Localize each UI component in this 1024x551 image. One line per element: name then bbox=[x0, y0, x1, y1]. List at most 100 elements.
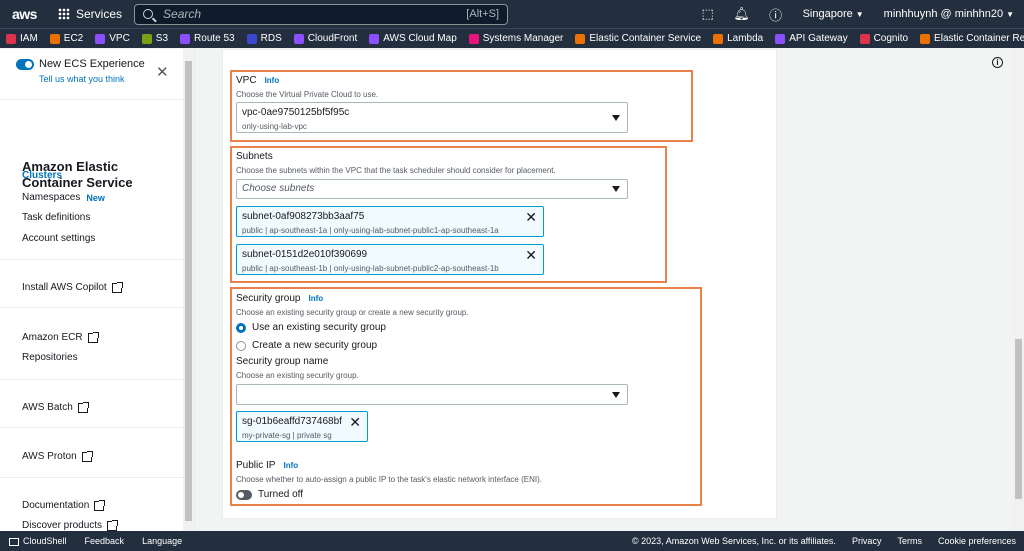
top-navigation: aws Services Search [Alt+S] ⬚ 🔔︎ ⓘ Singa… bbox=[0, 0, 1024, 28]
sidebar-item-amazon-ecr[interactable]: Amazon ECR bbox=[22, 331, 99, 343]
favorite-iam[interactable]: IAM bbox=[0, 33, 44, 44]
sidebar-item-aws-batch[interactable]: AWS Batch bbox=[22, 401, 89, 413]
vpc-name: only-using-lab-vpc bbox=[242, 122, 307, 131]
radio-create-new-sg[interactable]: Create a new security group bbox=[236, 340, 377, 351]
divider bbox=[0, 427, 183, 428]
sidebar-item-clusters[interactable]: Clusters bbox=[22, 170, 62, 181]
security-group-info-link[interactable]: Info bbox=[308, 294, 323, 303]
scrollbar-thumb[interactable] bbox=[1015, 339, 1022, 499]
service-icon bbox=[920, 33, 931, 44]
feedback-link[interactable]: Tell us what you think bbox=[39, 74, 125, 84]
favorite-elastic-container-service[interactable]: Elastic Container Service bbox=[569, 33, 707, 44]
remove-icon[interactable]: ✕ bbox=[525, 209, 537, 226]
chevron-down-icon: ▼ bbox=[1006, 10, 1014, 19]
service-icon bbox=[369, 33, 380, 44]
main-content: VPC Info Choose the Virtual Private Cloud… bbox=[195, 49, 1013, 531]
sidebar-scrollbar[interactable] bbox=[183, 49, 194, 531]
sidebar: New ECS Experience Tell us what you thin… bbox=[0, 49, 195, 531]
main-scrollbar[interactable] bbox=[1013, 49, 1024, 531]
cloudshell-icon bbox=[9, 537, 19, 546]
favorite-lambda[interactable]: Lambda bbox=[707, 33, 769, 44]
external-link-icon bbox=[94, 499, 106, 511]
scrollbar-thumb[interactable] bbox=[185, 61, 192, 521]
sidebar-item-aws-proton[interactable]: AWS Proton bbox=[22, 450, 93, 462]
external-link-icon bbox=[81, 450, 93, 462]
sidebar-item-repositories[interactable]: Repositories bbox=[22, 352, 78, 363]
favorite-systems-manager[interactable]: Systems Manager bbox=[463, 33, 570, 44]
account-menu[interactable]: minhhuynh @ minhhn20 ▼ bbox=[874, 8, 1024, 20]
subnets-label: Subnets bbox=[236, 151, 273, 162]
sidebar-item-discover-products[interactable]: Discover products bbox=[22, 519, 119, 531]
vpc-select[interactable]: vpc-0ae9750125bf5f95c only-using-lab-vpc bbox=[236, 102, 628, 133]
subnets-description: Choose the subnets within the VPC that t… bbox=[236, 166, 556, 175]
vpc-description: Choose the Virtual Private Cloud to use. bbox=[236, 90, 379, 99]
region-selector[interactable]: Singapore ▼ bbox=[793, 8, 874, 20]
new-badge: New bbox=[86, 192, 105, 203]
external-link-icon bbox=[77, 401, 89, 413]
chevron-down-icon: ▼ bbox=[855, 10, 864, 19]
terms-link[interactable]: Terms bbox=[889, 536, 930, 546]
service-icon bbox=[6, 33, 16, 44]
radio-unselected-icon[interactable] bbox=[236, 340, 246, 351]
vpc-info-link[interactable]: Info bbox=[265, 76, 280, 85]
chevron-down-icon bbox=[612, 114, 620, 121]
divider bbox=[0, 259, 183, 260]
bell-icon[interactable]: 🔔︎ bbox=[725, 6, 759, 22]
service-icon bbox=[95, 33, 106, 44]
toggle-switch-icon[interactable] bbox=[236, 489, 252, 500]
divider bbox=[0, 99, 183, 100]
cloudshell-button[interactable]: CloudShell bbox=[0, 536, 76, 546]
info-panel-icon[interactable]: i bbox=[992, 57, 1003, 68]
vpc-value: vpc-0ae9750125bf5f95c bbox=[242, 107, 350, 118]
toggle-switch-icon[interactable] bbox=[16, 58, 34, 70]
remove-icon[interactable]: ✕ bbox=[349, 414, 361, 431]
close-icon[interactable]: ✕ bbox=[156, 63, 169, 81]
public-ip-description: Choose whether to auto-assign a public I… bbox=[236, 475, 542, 484]
favorite-vpc[interactable]: VPC bbox=[89, 33, 136, 44]
feedback-button[interactable]: Feedback bbox=[76, 536, 134, 546]
subnet-token: subnet-0151d2e010f390699 public | ap-sou… bbox=[236, 244, 544, 275]
sidebar-item-account-settings[interactable]: Account settings bbox=[22, 233, 95, 244]
sidebar-item-namespaces[interactable]: Namespaces New bbox=[22, 192, 105, 203]
security-group-select[interactable] bbox=[236, 384, 628, 405]
cloudshell-icon[interactable]: ⬚ bbox=[691, 6, 725, 22]
service-icon bbox=[293, 33, 304, 44]
remove-icon[interactable]: ✕ bbox=[525, 247, 537, 264]
sidebar-item-task-definitions[interactable]: Task definitions bbox=[22, 212, 90, 223]
favorite-rds[interactable]: RDS bbox=[241, 33, 288, 44]
public-ip-toggle[interactable]: Turned off bbox=[236, 489, 303, 500]
help-icon[interactable]: ⓘ bbox=[759, 5, 793, 24]
aws-logo[interactable]: aws bbox=[12, 6, 50, 22]
radio-selected-icon[interactable] bbox=[236, 322, 246, 333]
favorite-route-53[interactable]: Route 53 bbox=[174, 33, 241, 44]
subnets-select[interactable]: Choose subnets bbox=[236, 179, 628, 199]
favorites-bar: IAM EC2 VPC S3 Route 53 RDS CloudFront AWS Clou… bbox=[0, 28, 1024, 48]
search-placeholder: Search bbox=[163, 7, 202, 21]
language-button[interactable]: Language bbox=[133, 536, 191, 546]
favorite-ec2[interactable]: EC2 bbox=[44, 33, 89, 44]
favorite-elastic-container-registry[interactable]: Elastic Container Registry bbox=[914, 33, 1024, 44]
public-ip-info-link[interactable]: Info bbox=[283, 461, 298, 470]
sidebar-item-install-copilot[interactable]: Install AWS Copilot bbox=[22, 281, 123, 293]
favorite-cloudfront[interactable]: CloudFront bbox=[288, 33, 363, 44]
copyright-text: © 2023, Amazon Web Services, Inc. or its… bbox=[632, 536, 836, 546]
security-group-label: Security group Info bbox=[236, 293, 324, 304]
subnets-placeholder: Choose subnets bbox=[242, 183, 315, 194]
services-grid-icon[interactable] bbox=[58, 8, 70, 20]
sidebar-item-documentation[interactable]: Documentation bbox=[22, 499, 106, 511]
favorite-s3[interactable]: S3 bbox=[136, 33, 174, 44]
new-experience-toggle[interactable]: New ECS Experience bbox=[16, 58, 145, 70]
favorite-api-gateway[interactable]: API Gateway bbox=[769, 33, 853, 44]
cookie-preferences-link[interactable]: Cookie preferences bbox=[930, 536, 1024, 546]
service-icon bbox=[180, 33, 191, 44]
radio-use-existing-sg[interactable]: Use an existing security group bbox=[236, 322, 386, 333]
services-menu[interactable]: Services bbox=[76, 7, 122, 21]
favorite-cognito[interactable]: Cognito bbox=[854, 33, 914, 44]
security-group-description: Choose an existing security group or cre… bbox=[236, 308, 469, 317]
search-input[interactable]: Search [Alt+S] bbox=[134, 3, 509, 25]
privacy-link[interactable]: Privacy bbox=[844, 536, 890, 546]
security-group-name-label: Security group name bbox=[236, 356, 329, 367]
service-icon bbox=[49, 33, 60, 44]
external-link-icon bbox=[107, 519, 119, 531]
favorite-aws-cloud-map[interactable]: AWS Cloud Map bbox=[363, 33, 463, 44]
